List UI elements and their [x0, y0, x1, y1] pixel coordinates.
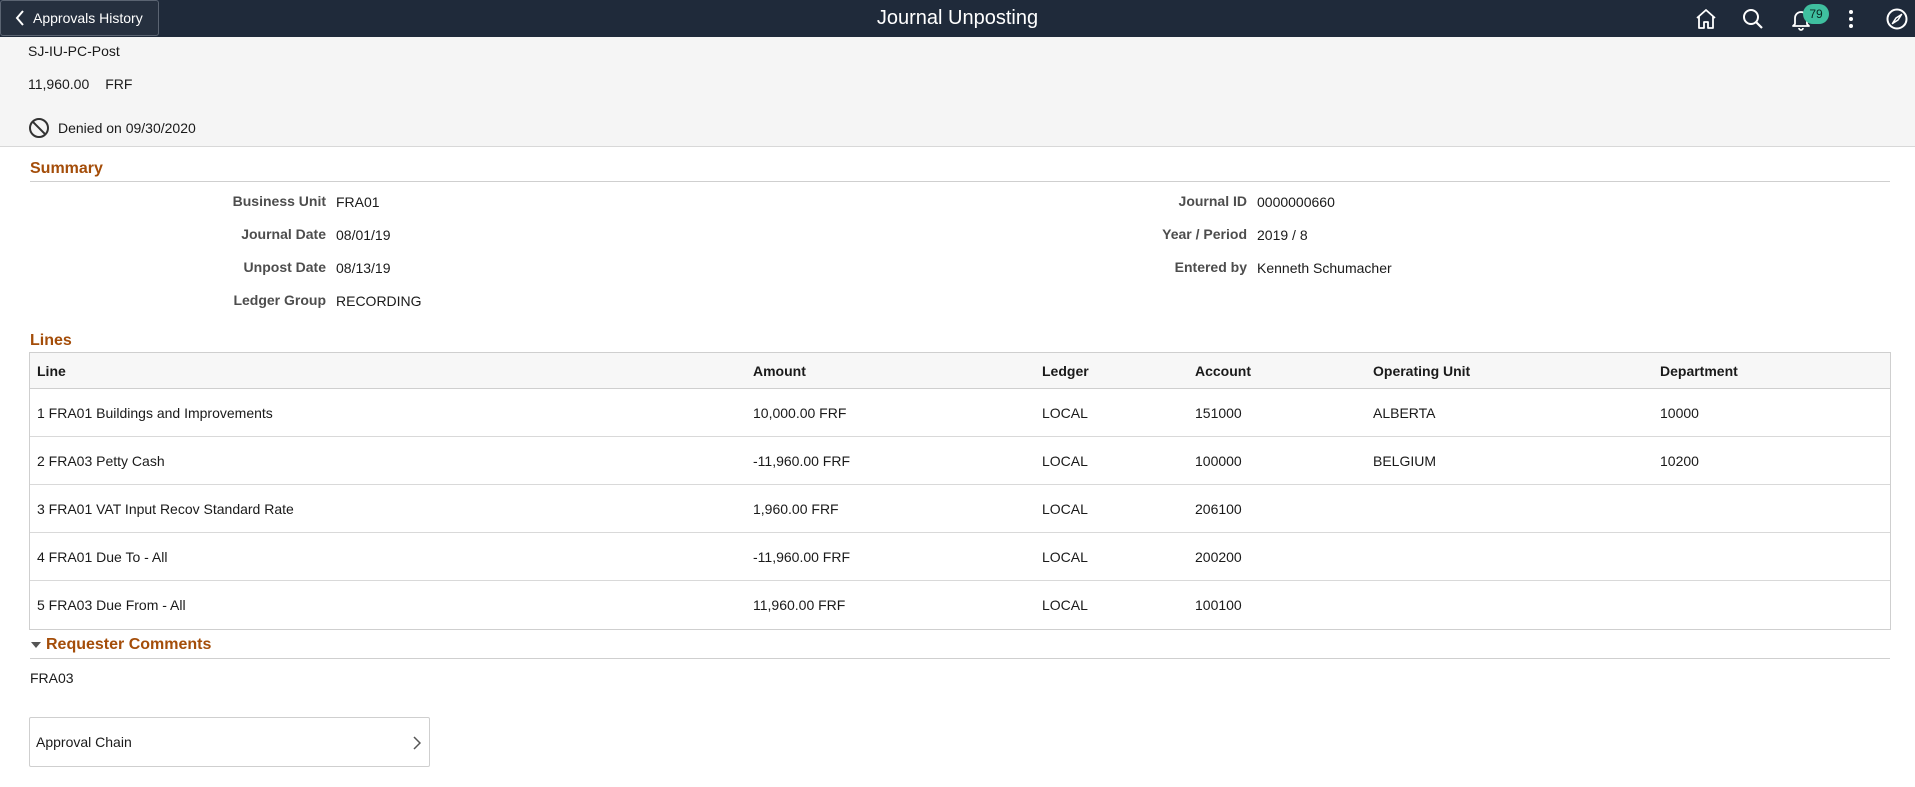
entered-by-value: Kenneth Schumacher: [1257, 260, 1392, 276]
unpost-date-label: Unpost Date: [243, 259, 326, 275]
cell-account: 151000: [1195, 405, 1242, 421]
table-row[interactable]: 2 FRA03 Petty Cash -11,960.00 FRF LOCAL …: [30, 437, 1890, 485]
transaction-amount: 11,960.00 FRF: [28, 76, 132, 92]
comments-divider: [30, 658, 1890, 659]
amount-value: 11,960.00: [28, 76, 90, 92]
business-unit-value: FRA01: [336, 194, 380, 210]
column-header-account: Account: [1195, 363, 1251, 379]
approval-chain-button[interactable]: Approval Chain: [29, 717, 430, 767]
table-row[interactable]: 3 FRA01 VAT Input Recov Standard Rate 1,…: [30, 485, 1890, 533]
chevron-right-icon: [413, 736, 421, 750]
column-header-ledger: Ledger: [1042, 363, 1089, 379]
transaction-id: SJ-IU-PC-Post: [28, 43, 120, 59]
cell-ledger: LOCAL: [1042, 549, 1088, 565]
journal-date-label: Journal Date: [241, 226, 326, 242]
cell-account: 100100: [1195, 597, 1242, 613]
year-period-label: Year / Period: [1162, 226, 1247, 242]
cell-amount: -11,960.00 FRF: [753, 549, 851, 565]
lines-grid: Line Amount Ledger Account Operating Uni…: [29, 352, 1891, 630]
summary-divider: [30, 181, 1890, 182]
cell-ledger: LOCAL: [1042, 405, 1088, 421]
denied-icon: [29, 118, 49, 138]
cell-ledger: LOCAL: [1042, 501, 1088, 517]
chevron-left-icon: [15, 10, 24, 26]
journal-id-value: 0000000660: [1257, 194, 1335, 210]
cell-operating-unit: BELGIUM: [1373, 453, 1437, 469]
table-row[interactable]: 4 FRA01 Due To - All -11,960.00 FRF LOCA…: [30, 533, 1890, 581]
cell-department: 10200: [1660, 453, 1699, 469]
caret-down-icon: [31, 642, 41, 648]
grid-header: Line Amount Ledger Account Operating Uni…: [30, 353, 1890, 389]
column-header-department: Department: [1660, 363, 1738, 379]
journal-date-value: 08/01/19: [336, 227, 391, 243]
home-icon[interactable]: [1692, 5, 1720, 33]
cell-line: 2 FRA03 Petty Cash: [37, 453, 165, 469]
table-row[interactable]: 5 FRA03 Due From - All 11,960.00 FRF LOC…: [30, 581, 1890, 629]
cell-line: 4 FRA01 Due To - All: [37, 549, 168, 565]
cell-amount: 10,000.00 FRF: [753, 405, 847, 421]
back-button[interactable]: Approvals History: [0, 0, 159, 36]
cell-operating-unit: ALBERTA: [1373, 405, 1436, 421]
cell-amount: 11,960.00 FRF: [753, 597, 846, 613]
cell-account: 200200: [1195, 549, 1242, 565]
cell-line: 1 FRA01 Buildings and Improvements: [37, 405, 273, 421]
approval-chain-label: Approval Chain: [36, 734, 132, 750]
column-header-amount: Amount: [753, 363, 806, 379]
unpost-date-value: 08/13/19: [336, 260, 391, 276]
notification-badge: 79: [1803, 4, 1829, 24]
journal-id-label: Journal ID: [1178, 193, 1247, 209]
lines-title: Lines: [30, 332, 72, 349]
back-button-label: Approvals History: [33, 10, 143, 26]
cell-amount: -11,960.00 FRF: [753, 453, 851, 469]
status-line: Denied on 09/30/2020: [28, 117, 196, 139]
column-header-operating-unit: Operating Unit: [1373, 363, 1471, 379]
cell-line: 3 FRA01 VAT Input Recov Standard Rate: [37, 501, 294, 517]
ledger-group-value: RECORDING: [336, 293, 422, 309]
column-header-line: Line: [37, 363, 66, 379]
cell-account: 100000: [1195, 453, 1242, 469]
table-row[interactable]: 1 FRA01 Buildings and Improvements 10,00…: [30, 389, 1890, 437]
year-period-value: 2019 / 8: [1257, 227, 1308, 243]
ledger-group-label: Ledger Group: [233, 292, 326, 308]
entered-by-label: Entered by: [1174, 259, 1247, 275]
top-banner: [0, 0, 1915, 37]
cell-amount: 1,960.00 FRF: [753, 501, 839, 517]
cell-line: 5 FRA03 Due From - All: [37, 597, 186, 613]
cell-account: 206100: [1195, 501, 1242, 517]
navbar-compass-icon[interactable]: [1883, 5, 1911, 33]
more-vertical-icon[interactable]: [1837, 5, 1865, 33]
requester-comments-title: Requester Comments: [46, 636, 212, 653]
summary-title: Summary: [30, 160, 103, 177]
cell-ledger: LOCAL: [1042, 453, 1088, 469]
comment-text: FRA03: [30, 670, 74, 686]
transaction-header: [0, 37, 1915, 147]
cell-ledger: LOCAL: [1042, 597, 1088, 613]
search-icon[interactable]: [1739, 5, 1767, 33]
status-text: Denied on 09/30/2020: [58, 120, 196, 136]
amount-currency: FRF: [105, 76, 133, 92]
business-unit-label: Business Unit: [232, 193, 326, 209]
cell-department: 10000: [1660, 405, 1699, 421]
requester-comments-toggle[interactable]: Requester Comments: [30, 636, 211, 654]
